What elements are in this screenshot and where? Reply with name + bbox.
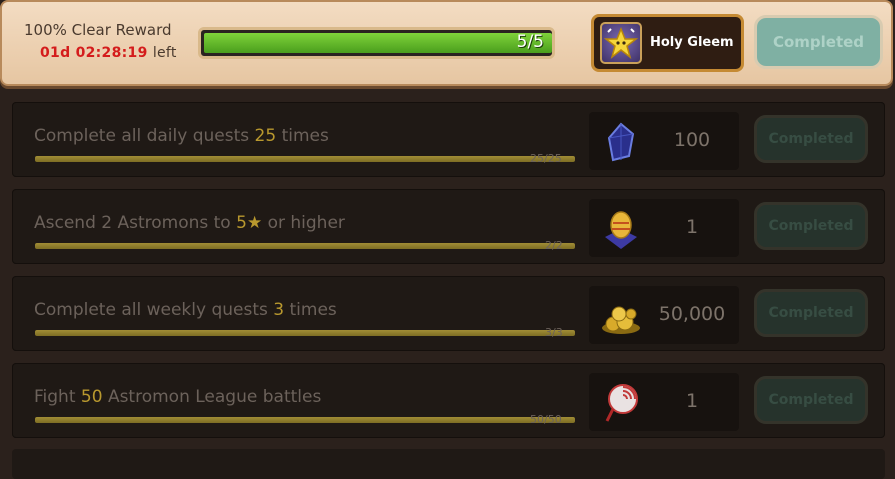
quest-completed-button[interactable]: Completed <box>754 376 868 424</box>
reward-name: Holy Gleem <box>650 35 734 50</box>
quest-title: Complete all weekly quests 3 times <box>34 300 337 320</box>
quest-progress-bar <box>35 417 575 423</box>
quest-progress-text: 3/3 <box>545 326 563 339</box>
quest-progress-fill <box>35 330 575 336</box>
clear-reward-title: 100% Clear Reward <box>24 21 172 39</box>
quest-progress-text: 2/2 <box>545 239 563 252</box>
quest-progress-bar <box>35 330 575 336</box>
clear-progress-bar: 5/5 <box>198 27 555 59</box>
quest-progress-fill <box>35 417 575 423</box>
reward-amount: 1 <box>685 216 699 238</box>
countdown-value: 01d 02:28:19 <box>40 45 148 61</box>
quest-progress-fill <box>35 156 575 162</box>
quest-progress-text: 25/25 <box>530 152 562 165</box>
quest-title: Complete all daily quests 25 times <box>34 126 329 146</box>
reward-amount: 50,000 <box>658 303 726 325</box>
quest-completed-button[interactable]: Completed <box>754 289 868 337</box>
reward-amount: 100 <box>673 129 711 151</box>
quest-reward[interactable]: 100 <box>589 112 739 170</box>
clear-progress-text: 5/5 <box>516 32 544 52</box>
clear-reward-header: 100% Clear Reward 01d 02:28:19 left 5/5 … <box>0 0 893 86</box>
quest-row: Complete all daily quests 25 times 25/25… <box>12 102 885 177</box>
candy-icon <box>599 381 643 425</box>
gold-icon <box>599 294 643 338</box>
quest-progress-bar <box>35 156 575 162</box>
quest-progress-fill <box>35 243 575 249</box>
holy-gleem-reward[interactable]: Holy Gleem <box>591 14 744 72</box>
countdown-suffix: left <box>152 45 177 61</box>
reward-amount: 1 <box>685 390 699 412</box>
quest-reward[interactable]: 50,000 <box>589 286 739 344</box>
quest-row: Complete all weekly quests 3 times 3/3 5… <box>12 276 885 351</box>
quest-progress-text: 50/50 <box>530 413 562 426</box>
quest-reward[interactable]: 1 <box>589 373 739 431</box>
quest-title: Ascend 2 Astromons to 5★ or higher <box>34 213 345 233</box>
crystal-icon <box>599 120 643 164</box>
quest-completed-button[interactable]: Completed <box>754 115 868 163</box>
countdown-timer: 01d 02:28:19 left <box>40 45 177 61</box>
quest-progress-bar <box>35 243 575 249</box>
quest-row: Ascend 2 Astromons to 5★ or higher 2/2 1… <box>12 189 885 264</box>
quest-title: Fight 50 Astromon League battles <box>34 387 322 407</box>
egg-icon <box>599 207 643 251</box>
quest-row: Fight 50 Astromon League battles 50/50 1… <box>12 363 885 438</box>
clear-progress-fill <box>204 33 552 53</box>
quest-reward[interactable]: 1 <box>589 199 739 257</box>
star-icon <box>600 22 642 64</box>
clear-reward-completed-button[interactable]: Completed <box>754 15 883 69</box>
quest-completed-button[interactable]: Completed <box>754 202 868 250</box>
